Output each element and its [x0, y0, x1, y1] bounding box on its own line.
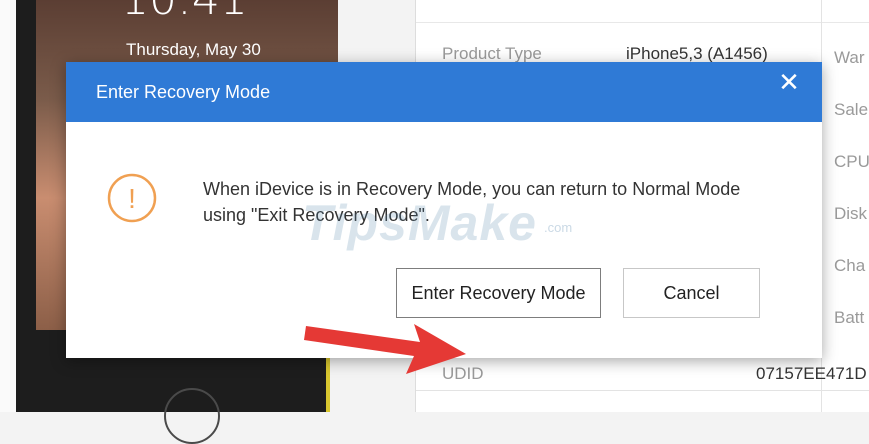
watermark-logo: TipsMake — [302, 195, 537, 251]
red-arrow-icon — [304, 324, 466, 374]
sales-label: Sale — [834, 100, 869, 119]
row-divider — [416, 390, 869, 391]
home-button-icon — [164, 388, 220, 444]
disk-label: Disk — [834, 204, 868, 223]
warranty-label: War — [834, 48, 865, 67]
warning-icon: ! — [107, 173, 157, 223]
cpu-label: CPU — [834, 152, 869, 171]
product-type-value: iPhone5,3 (A1456) — [626, 44, 768, 63]
dialog-title: Enter Recovery Mode — [96, 82, 271, 102]
cancel-button[interactable]: Cancel — [623, 268, 760, 318]
enter-recovery-mode-dialog: Enter Recovery Mode ✕ ! When iDevice is … — [66, 62, 822, 374]
charge-label: Cha — [834, 256, 866, 275]
enter-recovery-mode-button[interactable]: Enter Recovery Mode — [396, 268, 601, 318]
close-icon[interactable]: ✕ — [774, 68, 804, 98]
product-type-label: Product Type — [442, 44, 542, 63]
watermark-suffix: .com — [544, 220, 573, 235]
warning-glyph: ! — [128, 183, 136, 214]
dialog-header: Enter Recovery Mode ✕ — [66, 62, 822, 122]
phone-time: 10:41 — [121, 0, 248, 25]
row-divider — [416, 22, 869, 23]
battery-label: Batt — [834, 308, 865, 327]
udid-value: 07157EE471D — [756, 364, 867, 383]
phone-date: Thursday, May 30 — [126, 40, 261, 59]
